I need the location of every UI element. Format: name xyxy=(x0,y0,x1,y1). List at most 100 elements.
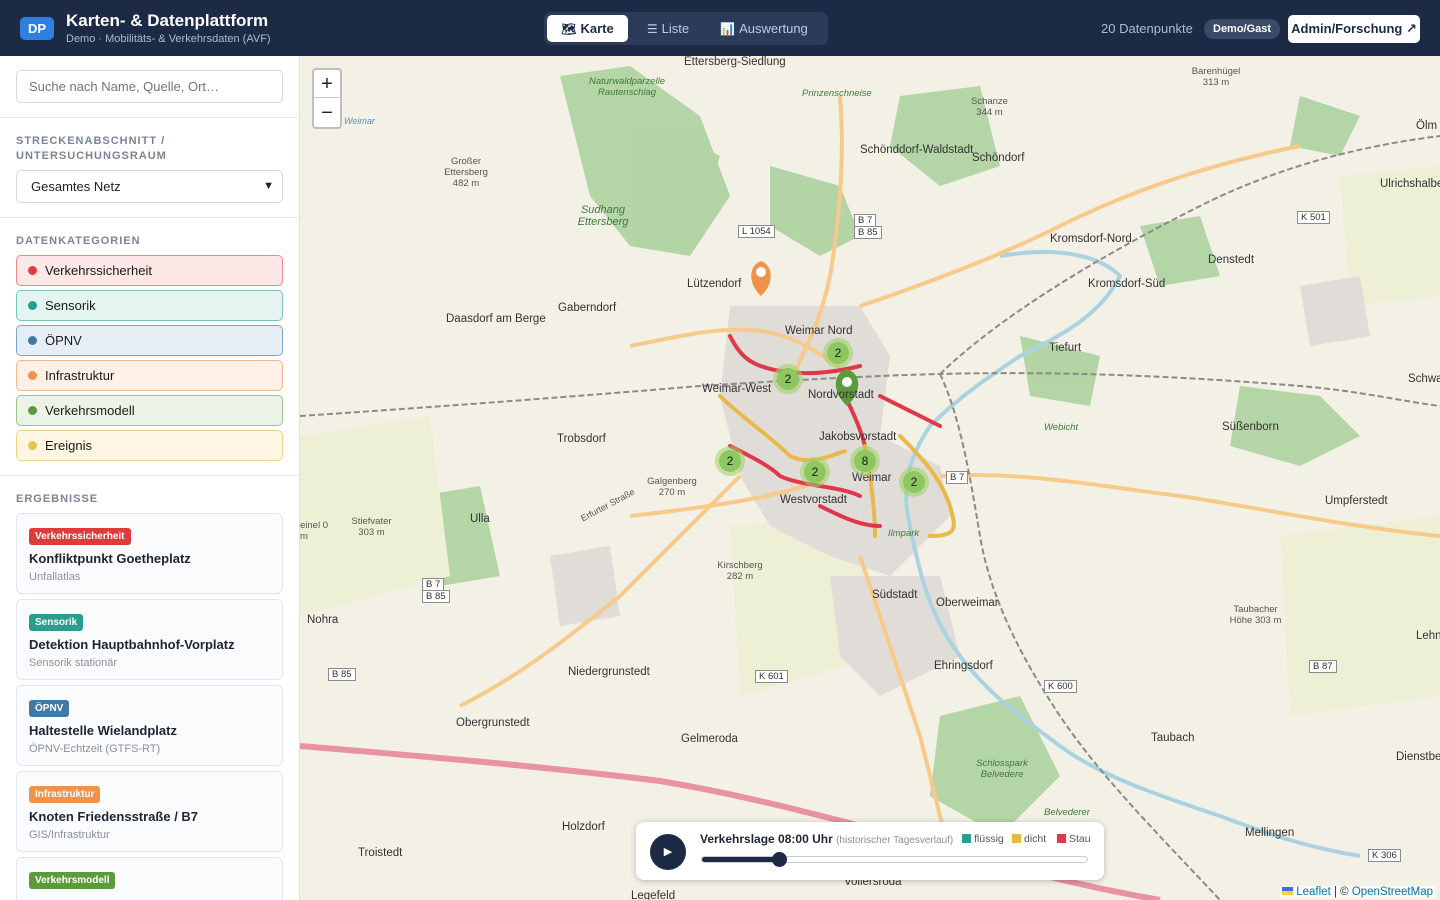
view-switcher: 🗺 Karte ☰ Liste 📊 Auswertung xyxy=(544,12,828,45)
divider xyxy=(0,217,299,218)
place-label: Ölm xyxy=(1416,120,1438,132)
marker-cluster[interactable]: 2 xyxy=(773,364,803,394)
zoom-control: + − xyxy=(312,68,342,129)
result-title: Knoten Friedensstraße / B7 xyxy=(29,809,199,824)
search-input[interactable] xyxy=(16,70,283,103)
result-source: Sensorik stationär xyxy=(29,657,118,669)
tab-auswertung[interactable]: 📊 Auswertung xyxy=(710,15,818,42)
time-slider[interactable] xyxy=(701,852,1088,867)
result-card[interactable]: Infrastruktur Knoten Friedensstraße / B7… xyxy=(16,771,283,852)
category-oepnv[interactable]: ÖPNV xyxy=(16,325,283,356)
road-shield: B 85 xyxy=(422,590,450,603)
app-subtitle: Demo · Mobilitäts- & Verkehrsdaten (AVF) xyxy=(66,33,271,45)
result-title: Detektion Hauptbahnhof-Vorplatz xyxy=(29,637,235,652)
legend-fluessig: flüssig xyxy=(962,833,1004,845)
map-icon: 🗺 xyxy=(561,22,577,36)
result-source: ÖPNV-Echtzeit (GTFS-RT) xyxy=(29,743,161,755)
summit-label: einel 0 m xyxy=(300,520,328,542)
legend-label: Stau xyxy=(1069,833,1091,845)
road-shield: L 1054 xyxy=(738,225,775,238)
summit-label: Großer Ettersberg 482 m xyxy=(444,156,488,189)
place-label: Ettersberg-Siedlung xyxy=(684,56,786,68)
park-label: Ilmpark xyxy=(888,528,920,539)
road-shield: B 85 xyxy=(854,226,882,239)
osm-link[interactable]: OpenStreetMap xyxy=(1352,886,1433,898)
category-sensorik[interactable]: Sensorik xyxy=(16,290,283,321)
place-label: Ehringsdorf xyxy=(934,660,993,672)
place-label: Nohra xyxy=(307,614,339,626)
category-badge: Verkehrsmodell xyxy=(29,872,116,889)
category-verkehrssicherheit[interactable]: Verkehrssicherheit xyxy=(16,255,283,286)
road-shield: K 501 xyxy=(1297,211,1330,224)
legend-swatch-icon xyxy=(962,834,971,843)
divider xyxy=(0,117,299,118)
place-label: Denstedt xyxy=(1208,254,1255,266)
result-card[interactable]: Verkehrsmodell xyxy=(16,857,283,900)
legend-stau: Stau xyxy=(1057,833,1091,845)
place-label: Weimar-West xyxy=(702,383,772,395)
place-label: Ulrichshalben xyxy=(1380,178,1440,190)
category-dot-icon xyxy=(28,301,37,310)
tab-karte[interactable]: 🗺 Karte xyxy=(547,15,628,42)
legend-label: flüssig xyxy=(974,833,1004,845)
map-view[interactable]: Ettersberg-Siedlung Schönddorf-Waldstadt… xyxy=(300,56,1440,900)
place-label: Ulla xyxy=(470,513,490,525)
result-card[interactable]: ÖPNV Haltestelle Wielandplatz ÖPNV-Echtz… xyxy=(16,685,283,766)
place-label: Westvorstadt xyxy=(780,494,847,506)
summit-label: Barenhügel 313 m xyxy=(1191,66,1241,88)
region-select-value: Gesamtes Netz xyxy=(31,179,121,194)
marker-cluster[interactable]: 2 xyxy=(899,467,929,497)
park-label: Belvederer xyxy=(1044,807,1090,818)
place-label: Kromsdorf-Süd xyxy=(1088,278,1166,290)
play-button[interactable]: ▶ xyxy=(650,834,686,870)
map-attribution: Leaflet | © OpenStreetMap xyxy=(1280,886,1435,898)
result-card[interactable]: Verkehrssicherheit Konfliktpunkt Goethep… xyxy=(16,513,283,594)
app-logo: DP xyxy=(20,17,54,40)
place-label: Trobsdorf xyxy=(557,433,606,445)
place-label: Süßenborn xyxy=(1222,421,1279,433)
road-shield: K 306 xyxy=(1368,849,1401,862)
cluster-count: 2 xyxy=(777,368,799,390)
place-label: Jakobsvorstadt xyxy=(819,431,897,443)
result-card[interactable]: Sensorik Detektion Hauptbahnhof-Vorplatz… xyxy=(16,599,283,680)
place-label: Schöndorf xyxy=(972,152,1025,164)
category-label: Verkehrssicherheit xyxy=(45,263,152,278)
tab-liste[interactable]: ☰ Liste xyxy=(636,15,700,42)
category-verkehrsmodell[interactable]: Verkehrsmodell xyxy=(16,395,283,426)
road-shield: K 600 xyxy=(1044,680,1077,693)
category-badge: Sensorik xyxy=(29,614,84,631)
place-label: Kromsdorf-Nord xyxy=(1050,233,1132,245)
region-select[interactable]: Gesamtes Netz ▼ xyxy=(16,170,283,203)
play-icon: ▶ xyxy=(663,846,673,858)
sidebar: STRECKENABSCHNITT / UNTERSUCHUNGSRAUM Ge… xyxy=(0,56,300,900)
place-label: Mellingen xyxy=(1245,827,1295,839)
category-label: Verkehrsmodell xyxy=(45,403,135,418)
zoom-in-button[interactable]: + xyxy=(314,70,340,98)
marker-cluster[interactable]: 8 xyxy=(850,446,880,476)
admin-research-button[interactable]: Admin/Forschung ↗ xyxy=(1288,15,1420,43)
time-slider-fill xyxy=(702,857,779,862)
place-label: Gelmeroda xyxy=(681,733,738,745)
tab-karte-label: Karte xyxy=(580,21,614,36)
marker-cluster[interactable]: 2 xyxy=(800,457,830,487)
zoom-out-button[interactable]: − xyxy=(314,99,340,127)
category-label: ÖPNV xyxy=(45,333,82,348)
leaflet-link[interactable]: Leaflet xyxy=(1296,886,1331,898)
place-label: Obergrunstedt xyxy=(456,717,530,729)
marker-cluster[interactable]: 2 xyxy=(823,338,853,368)
marker-cluster[interactable]: 2 xyxy=(715,446,745,476)
place-label: Niedergrunstedt xyxy=(568,666,650,678)
place-label: Legefeld xyxy=(631,890,676,900)
infrastruktur-marker-icon xyxy=(751,261,771,296)
category-ereignis[interactable]: Ereignis xyxy=(16,430,283,461)
categories-section-label: DATENKATEGORIEN xyxy=(16,235,141,247)
list-icon: ☰ xyxy=(646,22,658,36)
road-shield: B 87 xyxy=(1309,660,1337,673)
time-slider-handle[interactable] xyxy=(772,852,787,867)
results-section-label: ERGEBNISSE xyxy=(16,493,99,505)
place-label: Troistedt xyxy=(358,847,403,859)
cluster-count: 2 xyxy=(719,450,741,472)
category-infrastruktur[interactable]: Infrastruktur xyxy=(16,360,283,391)
place-label: Daasdorf am Berge xyxy=(446,313,546,325)
tab-liste-label: Liste xyxy=(661,21,690,36)
